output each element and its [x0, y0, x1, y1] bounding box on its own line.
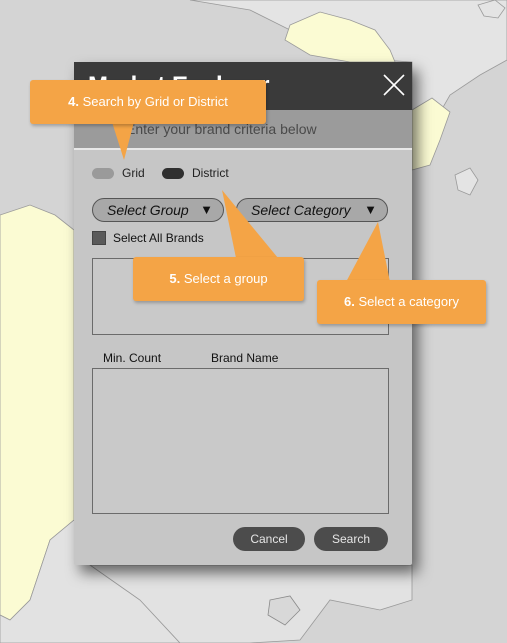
cancel-button[interactable]: Cancel — [233, 527, 305, 551]
callout-4-number: 4. — [68, 94, 79, 109]
grid-radio-label: Grid — [122, 166, 145, 180]
select-category-label: Select Category — [251, 202, 351, 218]
callout-5: 5. Select a group — [133, 257, 304, 301]
min-count-column-header: Min. Count — [103, 351, 162, 365]
select-all-brands-checkbox[interactable]: Select All Brands — [92, 231, 204, 245]
grid-toggle-pill[interactable] — [92, 167, 114, 179]
callout-6-text: Select a category — [358, 294, 459, 309]
select-group-dropdown[interactable]: Select Group ▼ — [92, 198, 224, 222]
search-button[interactable]: Search — [314, 527, 388, 551]
district-toggle-pill[interactable] — [162, 167, 184, 179]
checkbox-icon[interactable] — [92, 231, 106, 245]
callout-5-text: Select a group — [183, 271, 268, 286]
callout-4-text: Search by Grid or District — [82, 94, 228, 109]
chevron-down-icon: ▼ — [200, 202, 213, 217]
select-all-brands-label: Select All Brands — [113, 231, 204, 245]
chevron-down-icon: ▼ — [364, 202, 377, 217]
callout-6: 6. Select a category — [317, 280, 486, 324]
district-radio-label: District — [192, 166, 229, 180]
select-group-label: Select Group — [107, 202, 189, 218]
district-radio[interactable]: District — [162, 165, 229, 181]
callout-5-number: 5. — [169, 271, 181, 286]
close-icon[interactable] — [381, 72, 407, 98]
callout-4: 4. Search by Grid or District — [30, 80, 266, 124]
callout-6-number: 6. — [344, 294, 355, 309]
brand-list-box[interactable] — [92, 368, 389, 514]
grid-radio[interactable]: Grid — [92, 165, 145, 181]
select-category-dropdown[interactable]: Select Category ▼ — [236, 198, 388, 222]
brand-name-column-header: Brand Name — [211, 351, 279, 365]
